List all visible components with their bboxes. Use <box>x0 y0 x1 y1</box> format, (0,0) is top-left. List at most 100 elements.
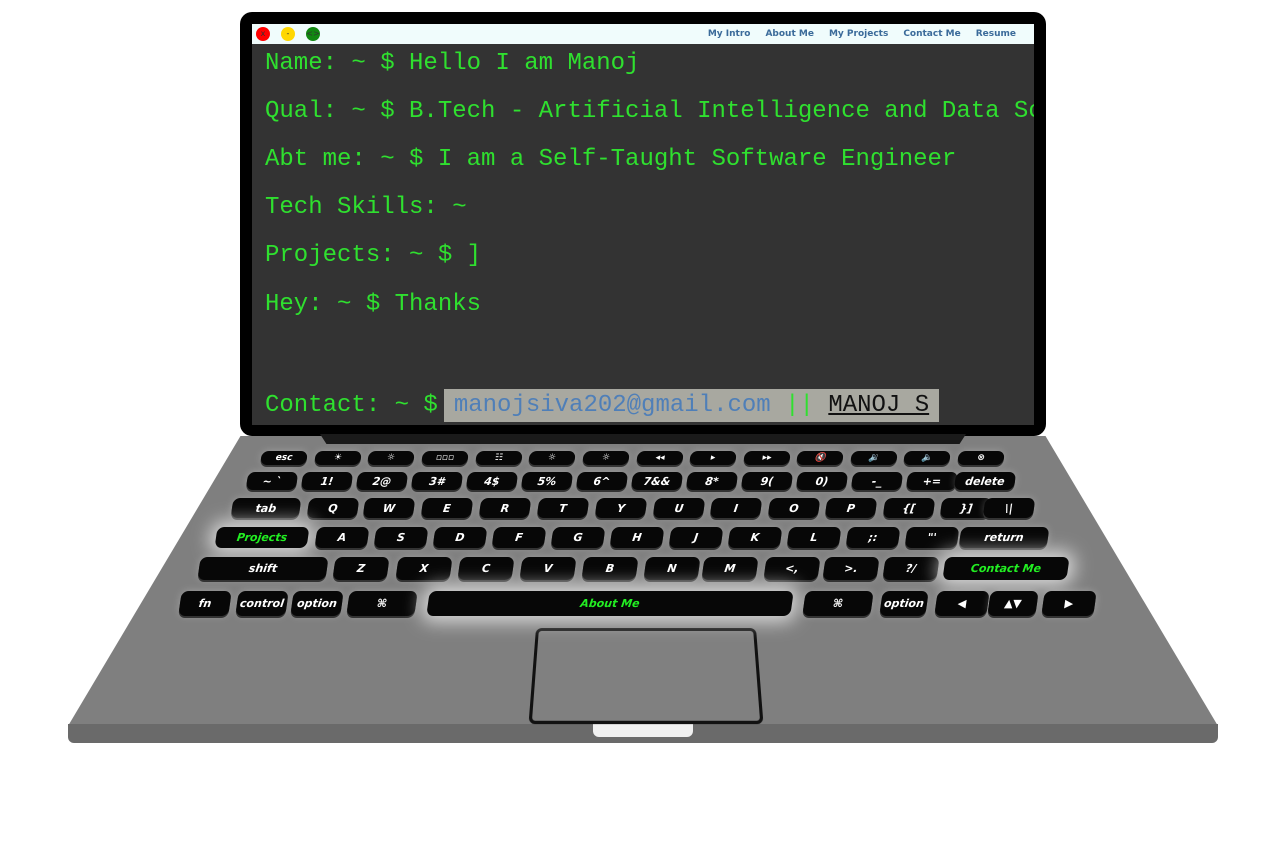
key-q-5[interactable]: T <box>536 498 590 518</box>
key-num-6[interactable]: 6^ <box>575 472 629 490</box>
key-a-8[interactable]: K <box>727 527 783 548</box>
nav-contact-me[interactable]: Contact Me <box>903 29 960 39</box>
key-q-13[interactable]: \| <box>982 498 1036 518</box>
key-z-3[interactable]: C <box>457 557 515 580</box>
key-bottom-5[interactable]: ⌘ <box>802 591 874 616</box>
key-fn-0[interactable]: esc <box>260 451 308 465</box>
key-q-6[interactable]: Y <box>594 498 648 518</box>
key-bottom-7[interactable]: ◀ <box>934 591 990 616</box>
key-fn-5[interactable]: ☼ <box>528 451 576 465</box>
key-num-1[interactable]: 1! <box>300 472 354 490</box>
terminal-line-projects: Projects: ~ $ ] <box>265 242 482 269</box>
key-q-0[interactable]: tab <box>230 498 302 518</box>
laptop-notch <box>593 724 693 737</box>
key-num-2[interactable]: 2@ <box>355 472 409 490</box>
contact-box: manojsiva202@gmail.com || MANOJ S <box>443 389 940 422</box>
key-fn-3[interactable]: ▫▫▫ <box>421 451 469 465</box>
key-q-8[interactable]: I <box>709 498 763 518</box>
key-num-7[interactable]: 7&& <box>630 472 684 490</box>
terminal-line-contact: Contact: ~ $ manojsiva202@gmail.com || MA… <box>265 389 940 422</box>
key-bottom-6[interactable]: option <box>879 591 929 616</box>
top-nav: My Intro About Me My Projects Contact Me… <box>708 24 1016 44</box>
key-fn-12[interactable]: 🔈 <box>903 451 951 465</box>
key-q-7[interactable]: U <box>652 498 706 518</box>
key-fn-1[interactable]: ☀ <box>314 451 362 465</box>
key-num-3[interactable]: 3# <box>410 472 464 490</box>
close-window-button[interactable]: x <box>256 27 270 41</box>
key-a-0[interactable]: Projects <box>214 527 310 548</box>
key-a-9[interactable]: L <box>786 527 842 548</box>
key-z-2[interactable]: X <box>395 557 453 580</box>
key-fn-6[interactable]: ☼ <box>582 451 630 465</box>
email-link[interactable]: manojsiva202@gmail.com <box>454 392 771 419</box>
nav-my-projects[interactable]: My Projects <box>829 29 888 39</box>
key-z-7[interactable]: M <box>701 557 759 580</box>
key-bottom-3[interactable]: ⌘ <box>346 591 418 616</box>
key-fn-11[interactable]: 🔉 <box>850 451 898 465</box>
key-a-7[interactable]: J <box>668 527 724 548</box>
key-fn-8[interactable]: ▸ <box>689 451 737 465</box>
minimize-window-button[interactable]: - <box>281 27 295 41</box>
maximize-window-button[interactable]: <> <box>306 27 320 41</box>
key-z-8[interactable]: <, <box>763 557 821 580</box>
key-a-12[interactable]: return <box>958 527 1050 548</box>
key-bottom-8[interactable]: ▲▼ <box>987 591 1039 616</box>
terminal-line-about: Abt me: ~ $ I am a Self-Taught Software … <box>265 146 957 173</box>
key-z-4[interactable]: V <box>519 557 577 580</box>
name-link[interactable]: MANOJ S <box>828 392 929 419</box>
key-z-10[interactable]: ?/ <box>882 557 940 580</box>
key-a-5[interactable]: G <box>550 527 606 548</box>
key-bottom-9[interactable]: ▶ <box>1041 591 1097 616</box>
key-z-11[interactable]: Contact Me <box>942 557 1070 580</box>
key-bottom-4[interactable]: About Me <box>426 591 794 616</box>
key-num-10[interactable]: 0) <box>795 472 849 490</box>
key-fn-9[interactable]: ▸▸ <box>743 451 791 465</box>
key-a-10[interactable]: ;: <box>845 527 901 548</box>
key-bottom-0[interactable]: fn <box>178 591 232 616</box>
trackpad[interactable] <box>528 628 764 725</box>
key-num-5[interactable]: 5% <box>520 472 574 490</box>
key-fn-10[interactable]: 🔇 <box>796 451 844 465</box>
key-fn-7[interactable]: ◂◂ <box>636 451 684 465</box>
nav-about-me[interactable]: About Me <box>765 29 814 39</box>
terminal-line-qual: Qual: ~ $ B.Tech - Artificial Intelligen… <box>265 98 1034 125</box>
key-z-1[interactable]: Z <box>332 557 390 580</box>
key-q-11[interactable]: {[ <box>882 498 936 518</box>
key-num-9[interactable]: 9( <box>740 472 794 490</box>
laptop-screen: x - <> My Intro About Me My Projects Con… <box>252 24 1034 425</box>
key-bottom-1[interactable]: control <box>235 591 289 616</box>
key-fn-13[interactable]: ⊗ <box>957 451 1005 465</box>
key-q-10[interactable]: P <box>824 498 878 518</box>
key-num-0[interactable]: ~ ` <box>245 472 299 490</box>
contact-prompt: Contact: ~ $ <box>265 392 438 419</box>
key-z-0[interactable]: shift <box>197 557 329 580</box>
terminal-line-skills: Tech Skills: ~ $ <box>265 194 475 221</box>
key-q-9[interactable]: O <box>767 498 821 518</box>
key-a-11[interactable]: "' <box>904 527 960 548</box>
key-z-5[interactable]: B <box>581 557 639 580</box>
key-num-13[interactable]: delete <box>953 472 1017 490</box>
key-num-11[interactable]: -_ <box>850 472 904 490</box>
key-fn-4[interactable]: ☷ <box>475 451 523 465</box>
key-q-4[interactable]: R <box>478 498 532 518</box>
key-num-8[interactable]: 8* <box>685 472 739 490</box>
key-q-3[interactable]: E <box>420 498 474 518</box>
key-a-6[interactable]: H <box>609 527 665 548</box>
key-z-9[interactable]: >. <box>822 557 880 580</box>
key-q-1[interactable]: Q <box>306 498 360 518</box>
key-a-1[interactable]: A <box>314 527 370 548</box>
nav-my-intro[interactable]: My Intro <box>708 29 751 39</box>
key-a-3[interactable]: D <box>432 527 488 548</box>
laptop-hinge <box>320 434 966 444</box>
key-a-4[interactable]: F <box>491 527 547 548</box>
terminal-line-name: Name: ~ $ Hello I am Manoj <box>265 50 640 77</box>
key-fn-2[interactable]: ☼ <box>367 451 415 465</box>
key-a-2[interactable]: S <box>373 527 429 548</box>
key-z-6[interactable]: N <box>643 557 701 580</box>
key-num-12[interactable]: += <box>905 472 959 490</box>
window-titlebar: x - <> My Intro About Me My Projects Con… <box>252 24 1034 44</box>
key-num-4[interactable]: 4$ <box>465 472 519 490</box>
key-bottom-2[interactable]: option <box>290 591 344 616</box>
nav-resume[interactable]: Resume <box>976 29 1016 39</box>
key-q-2[interactable]: W <box>362 498 416 518</box>
